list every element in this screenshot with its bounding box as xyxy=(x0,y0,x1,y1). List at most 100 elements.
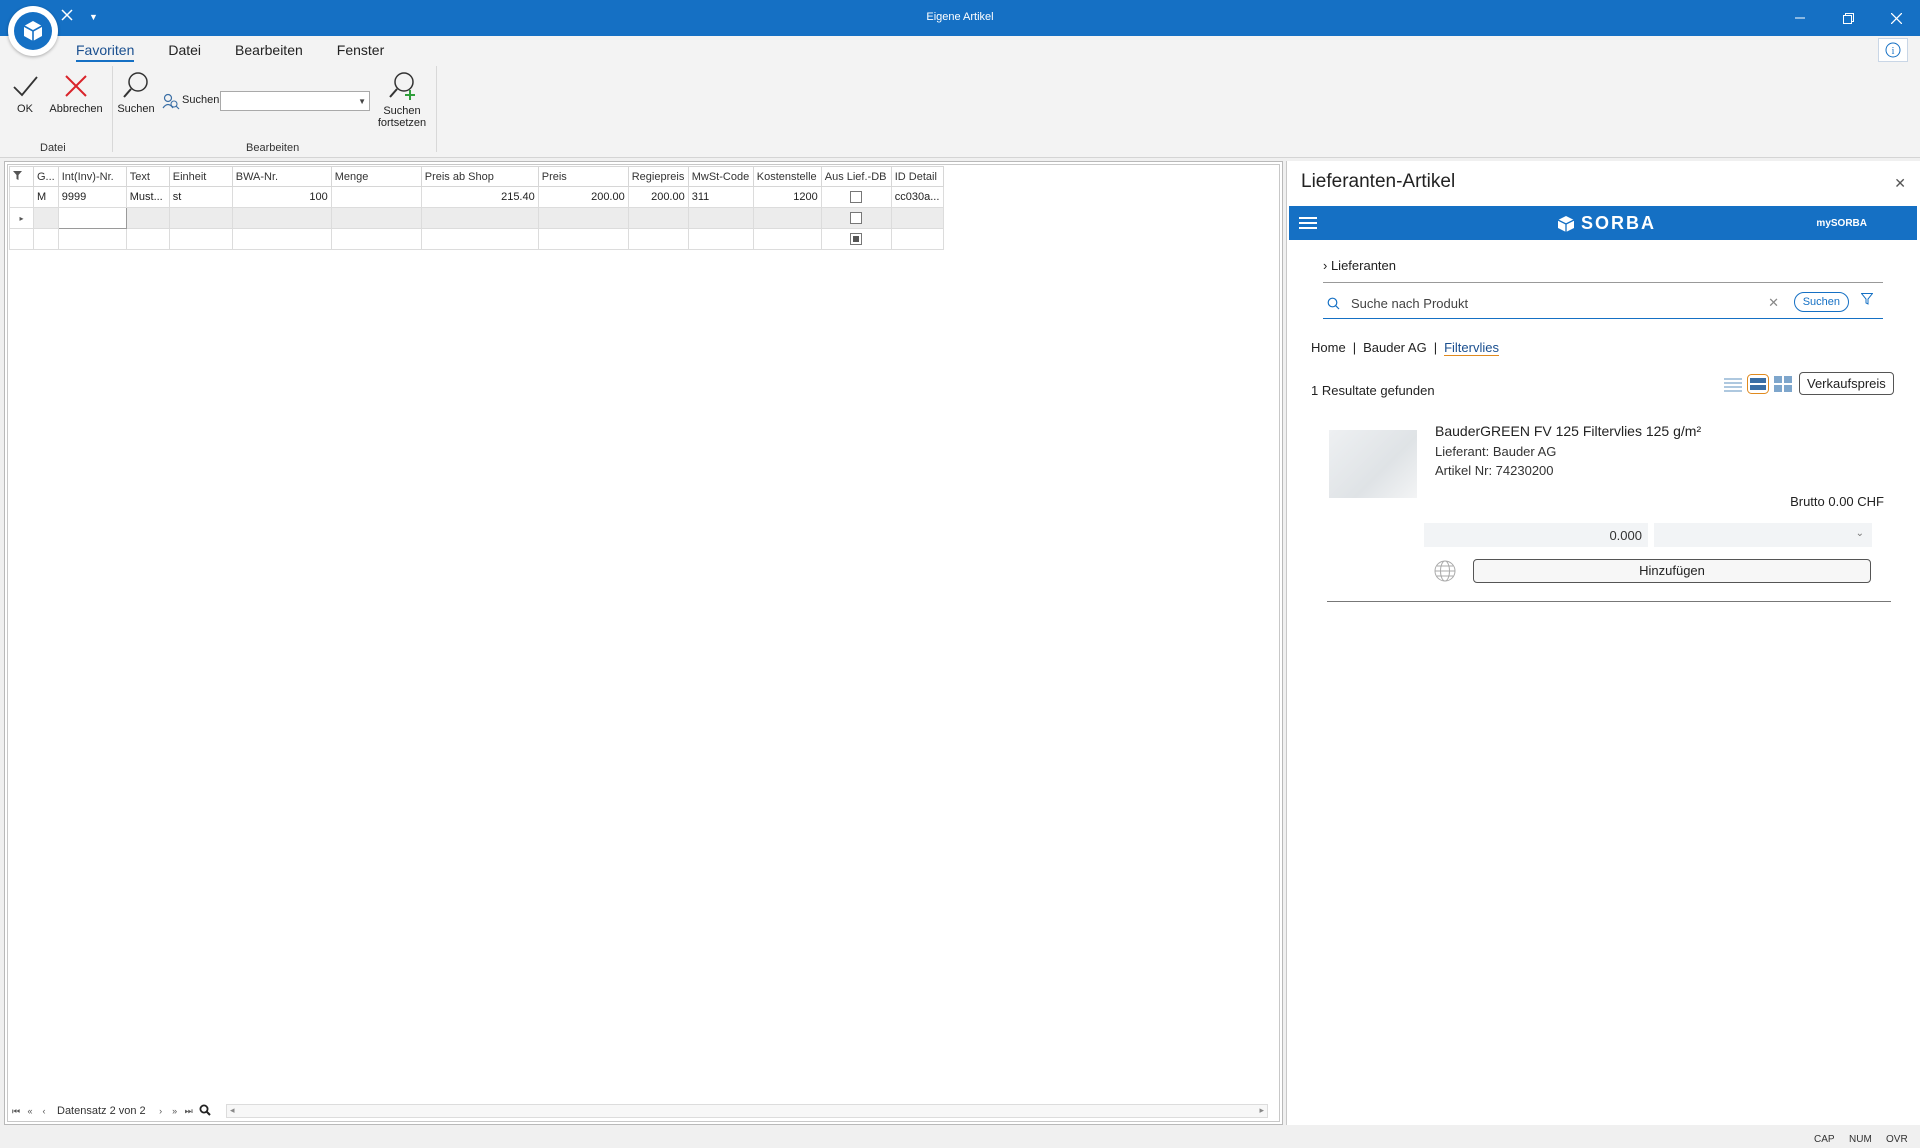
cell-empty[interactable] xyxy=(687,228,754,250)
cell-focused[interactable] xyxy=(57,207,127,229)
next-record-icon[interactable]: › xyxy=(154,1106,168,1116)
cell-empty[interactable] xyxy=(33,207,59,229)
tab-fenster[interactable]: Fenster xyxy=(337,42,384,62)
column-header-preis-shop[interactable]: Preis ab Shop xyxy=(420,166,539,187)
column-header-regiepreis[interactable]: Regiepreis xyxy=(627,166,689,187)
search-combobox[interactable]: ▼ xyxy=(220,91,370,111)
clear-search-icon[interactable]: ✕ xyxy=(1768,295,1779,311)
cell-kostenstelle[interactable]: 1200 xyxy=(752,186,822,208)
cell-empty[interactable] xyxy=(125,228,170,250)
previous-record-icon[interactable]: ‹ xyxy=(37,1106,51,1116)
checkbox[interactable] xyxy=(850,212,863,225)
breadcrumb-category[interactable]: Filtervlies xyxy=(1444,340,1499,356)
first-record-icon[interactable]: ⏮ xyxy=(9,1106,23,1117)
cell-empty[interactable] xyxy=(330,228,422,250)
column-header-text[interactable]: Text xyxy=(125,166,170,187)
row-indicator[interactable] xyxy=(9,186,34,208)
cell-menge[interactable] xyxy=(330,186,422,208)
cell-empty[interactable] xyxy=(231,207,332,229)
product-search-button[interactable]: Suchen xyxy=(1793,292,1849,312)
breadcrumb-home[interactable]: Home xyxy=(1311,340,1346,356)
cell-empty[interactable] xyxy=(890,207,944,229)
column-header-mwst-code[interactable]: MwSt-Code xyxy=(687,166,754,187)
detail-view-icon[interactable] xyxy=(1747,374,1769,394)
table-row[interactable]: M 9999 Must... st 100 215.40 200.00 200.… xyxy=(9,186,944,208)
sell-price-button[interactable]: Verkaufspreis xyxy=(1799,372,1894,395)
cell-einheit[interactable]: st xyxy=(168,186,233,208)
column-header-aus-lief-db[interactable]: Aus Lief.-DB xyxy=(820,166,892,187)
cell-bwa-nr[interactable]: 100 xyxy=(231,186,332,208)
cell-empty[interactable] xyxy=(168,228,233,250)
table-row-append[interactable] xyxy=(9,228,944,250)
checkbox-indeterminate[interactable] xyxy=(850,233,863,246)
cancel-button[interactable]: Abbrechen xyxy=(48,72,104,115)
chevron-down-icon[interactable]: ⌄ xyxy=(1856,528,1864,539)
column-header-int-nr[interactable]: Int(Inv)-Nr. xyxy=(57,166,127,187)
cell-empty[interactable] xyxy=(33,228,59,250)
cell-g[interactable]: M xyxy=(33,186,59,208)
cell-empty[interactable] xyxy=(627,228,689,250)
last-record-icon[interactable]: ⏭ xyxy=(182,1106,196,1117)
cell-aus-lief-db[interactable] xyxy=(820,186,892,208)
cell-text[interactable]: Must... xyxy=(125,186,170,208)
column-header-id-detail[interactable]: ID Detail xyxy=(890,166,944,187)
tab-datei[interactable]: Datei xyxy=(168,42,201,62)
minimize-button[interactable] xyxy=(1790,8,1810,28)
cell-empty[interactable] xyxy=(627,207,689,229)
cell-empty[interactable] xyxy=(231,228,332,250)
row-indicator-current[interactable]: ▸ xyxy=(9,207,34,229)
cell-empty[interactable] xyxy=(57,228,127,250)
column-header-preis[interactable]: Preis xyxy=(537,166,629,187)
horizontal-scrollbar[interactable]: ◂ ▸ xyxy=(226,1104,1268,1118)
cell-regiepreis[interactable]: 200.00 xyxy=(627,186,689,208)
restore-button[interactable] xyxy=(1838,8,1858,28)
cell-empty[interactable] xyxy=(420,207,539,229)
chevron-down-icon[interactable]: ▼ xyxy=(358,97,366,106)
cell-id-detail[interactable]: cc030a... xyxy=(890,186,944,208)
lieferanten-link[interactable]: › Lieferanten xyxy=(1323,258,1396,273)
product-search-field[interactable]: Suche nach Produkt ✕ Suchen xyxy=(1323,287,1883,319)
column-header-menge[interactable]: Menge xyxy=(330,166,422,187)
scroll-left-icon[interactable]: ◂ xyxy=(230,1105,235,1116)
scroll-right-icon[interactable]: ▸ xyxy=(1259,1105,1264,1116)
checkbox[interactable] xyxy=(850,191,863,204)
row-indicator[interactable] xyxy=(9,228,34,250)
window-close-button[interactable] xyxy=(1886,8,1906,28)
cell-empty[interactable] xyxy=(420,228,539,250)
ok-button[interactable]: OK xyxy=(10,72,40,115)
filter-icon[interactable] xyxy=(1861,293,1873,305)
previous-page-icon[interactable]: « xyxy=(23,1106,37,1116)
grid-view-icon[interactable] xyxy=(1773,375,1793,393)
cell-empty[interactable] xyxy=(890,228,944,250)
quantity-input[interactable]: 0.000 xyxy=(1424,523,1648,547)
globe-icon[interactable] xyxy=(1433,559,1457,583)
add-to-list-button[interactable]: Hinzufügen xyxy=(1473,559,1871,583)
next-page-icon[interactable]: » xyxy=(168,1106,182,1116)
list-view-icon[interactable] xyxy=(1723,376,1743,392)
tab-favoriten[interactable]: Favoriten xyxy=(76,42,135,62)
cell-empty[interactable] xyxy=(125,207,170,229)
table-row-new[interactable]: ▸ xyxy=(9,207,944,229)
column-header-g[interactable]: G... xyxy=(33,166,59,187)
unit-select[interactable]: ⌄ xyxy=(1654,523,1872,547)
cell-empty[interactable] xyxy=(537,228,629,250)
tab-bearbeiten[interactable]: Bearbeiten xyxy=(235,42,303,62)
cell-empty[interactable] xyxy=(752,228,822,250)
cell-mwst-code[interactable]: 311 xyxy=(687,186,754,208)
column-header-einheit[interactable]: Einheit xyxy=(168,166,233,187)
cell-empty[interactable] xyxy=(168,207,233,229)
cell-preis-shop[interactable]: 215.40 xyxy=(420,186,539,208)
column-header-bwa-nr[interactable]: BWA-Nr. xyxy=(231,166,332,187)
info-button[interactable]: i xyxy=(1878,38,1908,62)
cell-empty[interactable] xyxy=(330,207,422,229)
breadcrumb-supplier[interactable]: Bauder AG xyxy=(1363,340,1427,356)
product-name[interactable]: BauderGREEN FV 125 Filtervlies 125 g/m² xyxy=(1435,423,1701,439)
mysorba-link[interactable]: mySORBA xyxy=(1816,218,1867,229)
continue-search-button[interactable]: Suchen fortsetzen xyxy=(374,70,430,129)
product-image[interactable] xyxy=(1329,430,1417,498)
cell-empty[interactable] xyxy=(537,207,629,229)
app-logo[interactable] xyxy=(8,6,58,56)
cell-int-nr[interactable]: 9999 xyxy=(57,186,127,208)
cell-empty[interactable] xyxy=(687,207,754,229)
cell-preis[interactable]: 200.00 xyxy=(537,186,629,208)
